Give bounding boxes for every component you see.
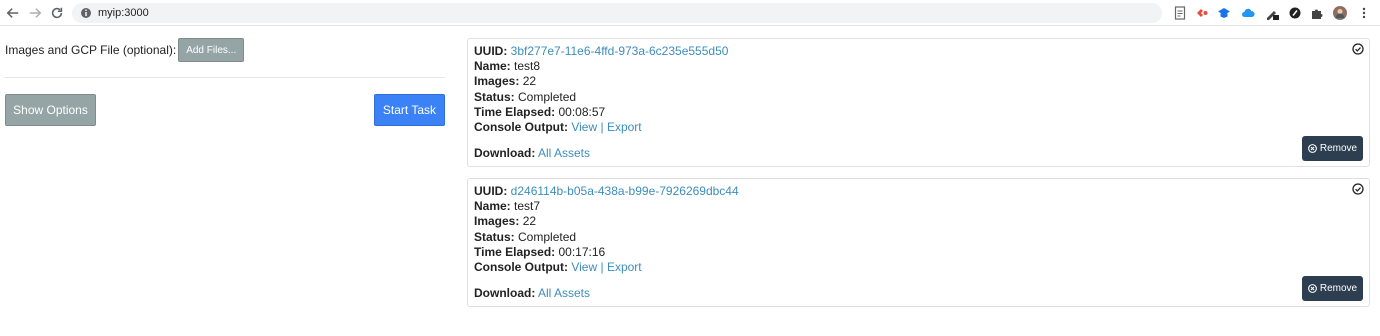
new-task-panel: Images and GCP File (optional): Add File…: [5, 38, 445, 126]
upload-label: Images and GCP File (optional):: [5, 43, 177, 57]
download-label: Download:: [474, 286, 536, 300]
console-export-link[interactable]: Export: [607, 120, 642, 134]
status-label: Status:: [474, 229, 515, 244]
puzzle-extensions-icon[interactable]: [1309, 5, 1325, 21]
task-console-line: Console Output: View | Export: [474, 260, 739, 275]
task-images-line: Images: 22: [474, 74, 728, 89]
uuid-label: UUID:: [474, 184, 508, 198]
task-time-line: Time Elapsed: 00:17:16: [474, 245, 739, 260]
completed-check-icon: [1352, 183, 1364, 195]
upload-row: Images and GCP File (optional): Add File…: [5, 38, 445, 62]
task-time-elapsed: 00:17:16: [558, 244, 606, 259]
task-uuid-line: UUID: 3bf277e7-11e6-4ffd-973a-6c235e555d…: [474, 44, 728, 59]
task-uuid-link[interactable]: d246114b-b05a-438a-b99e-7926269dbc44: [511, 184, 739, 198]
task-status-line: Status: Completed: [474, 90, 728, 105]
download-label: Download:: [474, 146, 536, 160]
task-console-line: Console Output: View | Export: [474, 120, 728, 135]
name-label: Name:: [474, 59, 511, 74]
completed-check-icon: [1352, 43, 1364, 55]
all-assets-link[interactable]: All Assets: [538, 286, 590, 300]
time-elapsed-label: Time Elapsed:: [474, 104, 556, 119]
status-label: Status:: [474, 89, 515, 104]
task-status: Completed: [518, 89, 577, 104]
browser-toolbar: myip:3000: [0, 0, 1380, 26]
remove-circle-icon: [1307, 284, 1317, 293]
task-uuid-link[interactable]: 3bf277e7-11e6-4ffd-973a-6c235e555d50: [511, 44, 729, 58]
forward-icon[interactable]: [26, 4, 44, 22]
console-export-link[interactable]: Export: [607, 260, 642, 274]
link-separator: |: [600, 120, 604, 135]
add-files-button[interactable]: Add Files...: [178, 38, 245, 62]
document-extension-icon[interactable]: [1172, 5, 1188, 21]
menu-kebab-icon[interactable]: [1356, 5, 1372, 21]
task-uuid-line: UUID: d246114b-b05a-438a-b99e-7926269dbc…: [474, 184, 739, 199]
remove-circle-icon: [1307, 144, 1317, 153]
remove-task-button[interactable]: Remove: [1302, 136, 1363, 161]
avatar[interactable]: [1332, 5, 1348, 21]
task-name: test8: [514, 59, 541, 74]
console-view-link[interactable]: View: [571, 260, 597, 274]
start-task-button[interactable]: Start Task: [374, 94, 445, 126]
task-status-line: Status: Completed: [474, 230, 739, 245]
time-elapsed-label: Time Elapsed:: [474, 244, 556, 259]
task-time-elapsed: 00:08:57: [558, 104, 606, 119]
eyedropper-extension-icon[interactable]: [1264, 5, 1280, 21]
remove-label: Remove: [1319, 283, 1358, 294]
task-images-count: 22: [522, 214, 537, 229]
show-options-button[interactable]: Show Options: [5, 94, 96, 126]
cloud-extension-icon[interactable]: [1240, 5, 1256, 21]
task-card: UUID: d246114b-b05a-438a-b99e-7926269dbc…: [467, 178, 1370, 307]
graduation-extension-icon[interactable]: [1216, 5, 1232, 21]
divider: [5, 77, 445, 78]
task-status: Completed: [518, 229, 577, 244]
name-label: Name:: [474, 199, 511, 214]
task-name-line: Name: test8: [474, 59, 728, 74]
task-download-line: Download: All Assets: [474, 286, 590, 300]
task-name-line: Name: test7: [474, 199, 739, 214]
red-extension-icon[interactable]: [1194, 5, 1210, 21]
task-name: test7: [514, 199, 541, 214]
link-separator: |: [600, 260, 604, 275]
task-images-line: Images: 22: [474, 214, 739, 229]
task-time-line: Time Elapsed: 00:08:57: [474, 105, 728, 120]
task-download-line: Download: All Assets: [474, 146, 590, 160]
remove-task-button[interactable]: Remove: [1302, 276, 1363, 301]
all-assets-link[interactable]: All Assets: [538, 146, 590, 160]
console-output-label: Console Output:: [474, 120, 568, 135]
timer-extension-icon[interactable]: [1287, 5, 1303, 21]
uuid-label: UUID:: [474, 44, 508, 58]
site-info-icon[interactable]: [80, 7, 92, 19]
images-label: Images:: [474, 214, 520, 229]
url-text[interactable]: myip:3000: [98, 7, 149, 19]
back-icon[interactable]: [4, 4, 22, 22]
task-card: UUID: 3bf277e7-11e6-4ffd-973a-6c235e555d…: [467, 38, 1370, 167]
task-images-count: 22: [522, 74, 537, 89]
remove-label: Remove: [1319, 143, 1358, 154]
console-output-label: Console Output:: [474, 260, 568, 275]
address-bar[interactable]: myip:3000: [72, 3, 1162, 23]
reload-icon[interactable]: [48, 4, 66, 22]
images-label: Images:: [474, 74, 520, 89]
console-view-link[interactable]: View: [571, 120, 597, 134]
